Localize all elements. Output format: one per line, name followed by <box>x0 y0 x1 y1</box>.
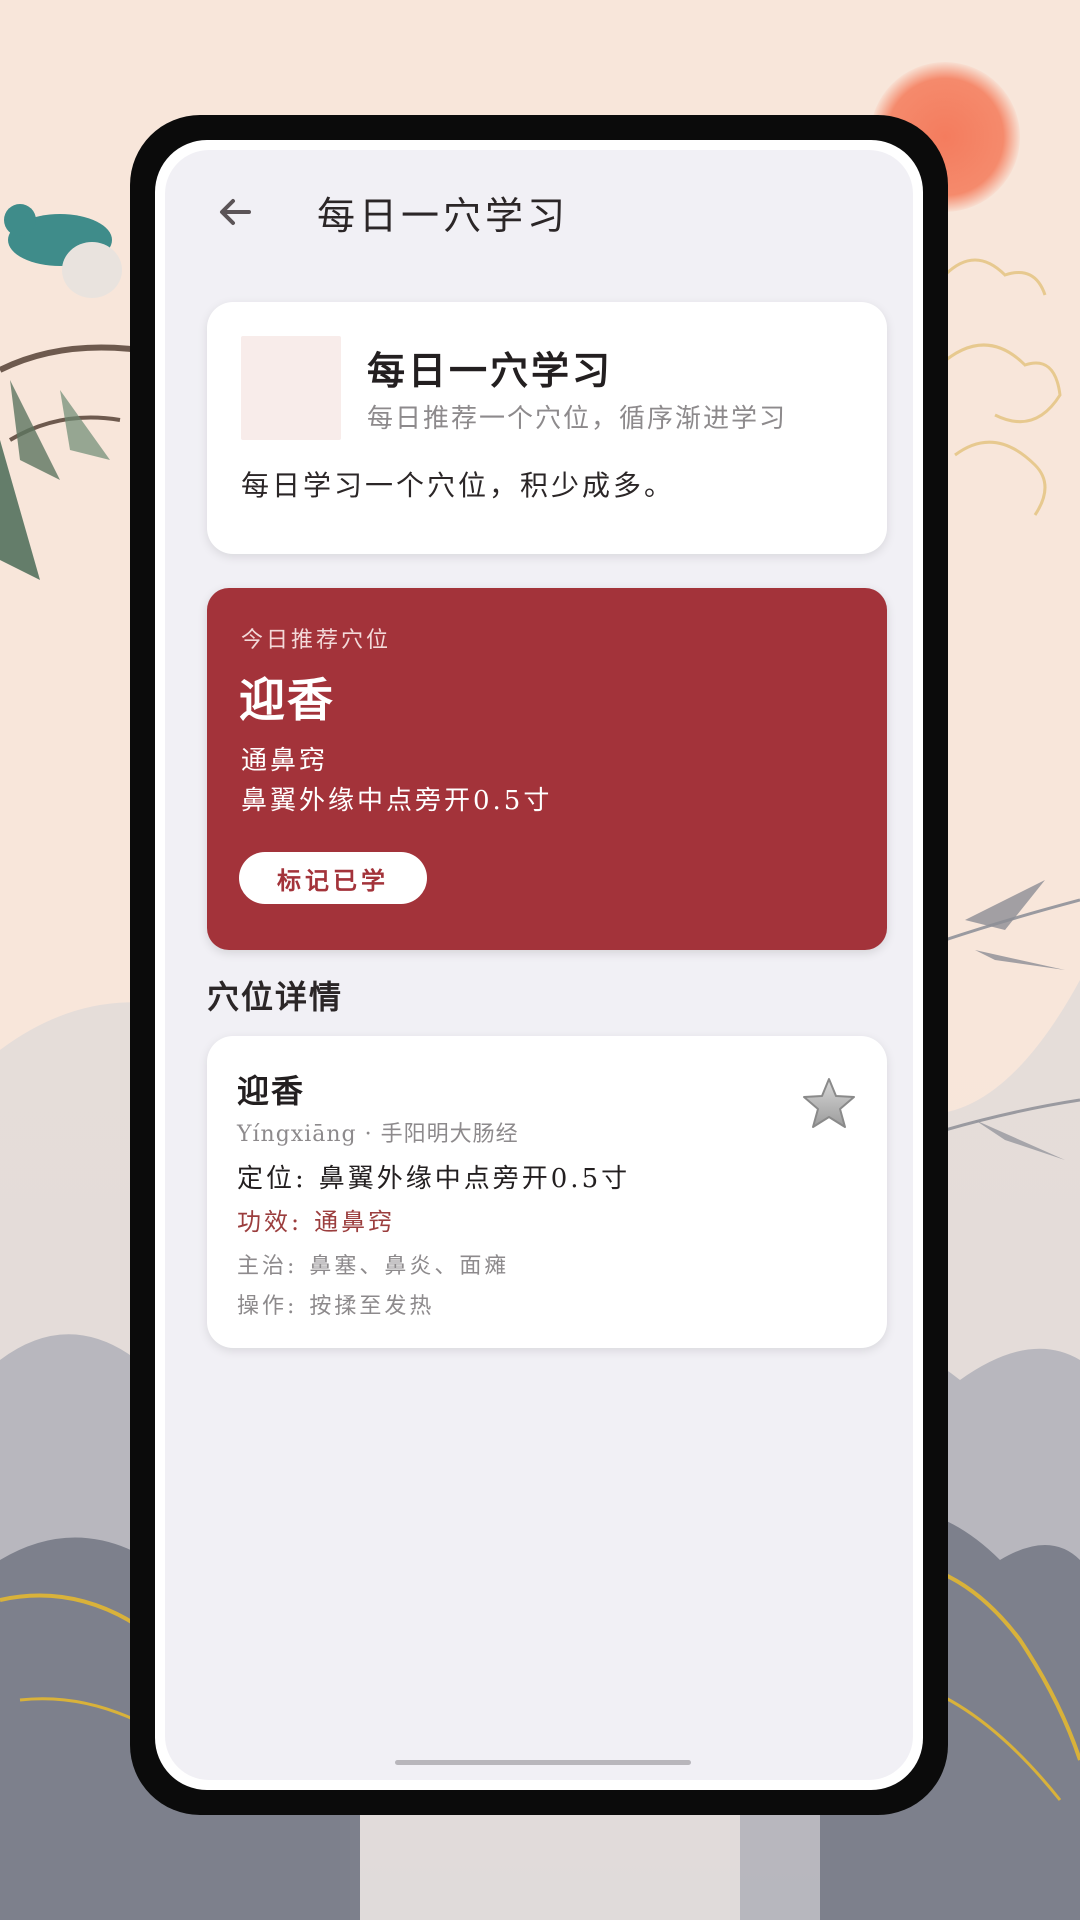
effect-value: 通鼻窍 <box>314 1208 396 1236</box>
page-title: 每日一穴学习 <box>317 194 570 238</box>
phone-screen: 每日一穴学习 每日一穴学习 每日推荐一个穴位，循序渐进学习 每日学习一个穴位，积… <box>155 140 923 1790</box>
recommend-point-name: 迎香 <box>239 673 335 727</box>
location-value: 鼻翼外缘中点旁开0.5寸 <box>318 1164 631 1194</box>
bird-branch-decoration <box>0 204 140 580</box>
indication-label: 主治: <box>237 1254 298 1279</box>
detail-point-name: 迎香 <box>237 1072 306 1110</box>
bamboo-decoration <box>945 880 1080 1160</box>
intro-card: 每日一穴学习 每日推荐一个穴位，循序渐进学习 每日学习一个穴位，积少成多。 <box>207 302 887 554</box>
operation-value: 按揉至发热 <box>309 1294 435 1319</box>
star-icon <box>803 1078 855 1128</box>
intro-title: 每日一穴学习 <box>367 348 614 393</box>
indication-value: 鼻塞、鼻炎、面瘫 <box>309 1254 510 1279</box>
top-bar: 每日一穴学习 <box>165 150 913 260</box>
detail-operation-row: 操作: 按揉至发热 <box>237 1288 434 1320</box>
favorite-button[interactable] <box>799 1074 859 1134</box>
effect-label: 功效: <box>237 1208 303 1236</box>
point-detail-card: 迎香 Yíngxiāng · 手阳明大肠经 定位: 鼻翼外缘中点旁开0.5寸 功效… <box>207 1036 887 1348</box>
recommend-label: 今日推荐穴位 <box>241 628 392 653</box>
intro-description: 每日学习一个穴位，积少成多。 <box>241 469 676 502</box>
app-screen: 每日一穴学习 每日一穴学习 每日推荐一个穴位，循序渐进学习 每日学习一个穴位，积… <box>165 150 913 1780</box>
detail-location-row: 定位: 鼻翼外缘中点旁开0.5寸 <box>237 1158 630 1195</box>
back-button[interactable] <box>207 184 263 240</box>
detail-effect-row: 功效: 通鼻窍 <box>237 1202 395 1237</box>
intro-thumbnail <box>241 336 341 440</box>
today-recommend-card: 今日推荐穴位 迎香 通鼻窍 鼻翼外缘中点旁开0.5寸 标记已学 <box>207 588 887 950</box>
operation-label: 操作: <box>237 1294 298 1319</box>
recommend-effect: 通鼻窍 <box>241 746 329 776</box>
mark-learned-button[interactable]: 标记已学 <box>239 852 427 904</box>
cloud-decoration <box>939 258 1062 516</box>
intro-subtitle: 每日推荐一个穴位，循序渐进学习 <box>367 404 788 434</box>
detail-indication-row: 主治: 鼻塞、鼻炎、面瘫 <box>237 1248 509 1280</box>
phone-frame: 每日一穴学习 每日一穴学习 每日推荐一个穴位，循序渐进学习 每日学习一个穴位，积… <box>130 115 948 1815</box>
detail-section-title: 穴位详情 <box>207 978 344 1016</box>
home-indicator[interactable] <box>395 1760 691 1765</box>
arrow-left-icon <box>220 199 251 225</box>
recommend-location: 鼻翼外缘中点旁开0.5寸 <box>241 786 553 816</box>
location-label: 定位: <box>237 1164 307 1194</box>
detail-pinyin-meridian: Yíngxiāng · 手阳明大肠经 <box>237 1122 519 1147</box>
